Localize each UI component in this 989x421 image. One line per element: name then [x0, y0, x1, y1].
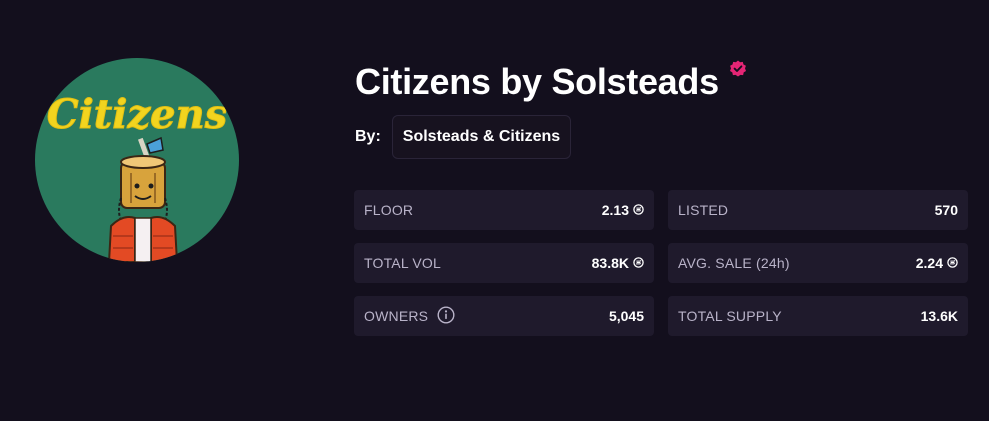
info-icon[interactable] [437, 305, 455, 327]
stat-avg-sale-value: 2.24 [915, 255, 943, 271]
stat-listed: LISTED 570 [668, 190, 968, 230]
stat-avg-sale-value-wrap: 2.24 [916, 255, 958, 271]
stat-total-vol-label: TOTAL VOL [364, 255, 442, 271]
stat-total-vol: TOTAL VOL 83.8K [354, 243, 654, 283]
stat-avg-sale: AVG. SALE (24h) 2.24 [668, 243, 968, 283]
stat-owners-value: 5,045 [608, 308, 644, 324]
stat-listed-label: LISTED [678, 202, 729, 218]
stat-total-vol-value-wrap: 83.8K [592, 255, 644, 271]
stat-total-supply: TOTAL SUPPLY 13.6K [668, 296, 968, 336]
stat-owners: OWNERS 5,045 [354, 296, 654, 336]
by-label: By: [355, 128, 381, 145]
sol-icon [633, 255, 644, 271]
verified-check-icon [729, 60, 747, 83]
creator-row: By: Solsteads & Citizens [355, 115, 572, 159]
stat-total-supply-label: TOTAL SUPPLY [678, 308, 782, 324]
stat-avg-sale-label: AVG. SALE (24h) [678, 255, 790, 271]
sol-icon [947, 255, 958, 271]
collection-title: Citizens by Solsteads [355, 61, 719, 102]
stat-total-vol-value: 83.8K [591, 255, 629, 271]
collection-avatar: Citizens [35, 58, 239, 262]
sol-icon [633, 202, 644, 218]
stat-floor-label: FLOOR [364, 202, 414, 218]
stat-listed-value: 570 [934, 202, 958, 218]
stat-floor: FLOOR 2.13 [354, 190, 654, 230]
stat-floor-value-wrap: 2.13 [602, 202, 644, 218]
stat-total-supply-value: 13.6K [920, 308, 958, 324]
title-block: Citizens by Solsteads [355, 58, 747, 106]
stat-floor-value: 2.13 [601, 202, 629, 218]
logo-text: Citizens [47, 91, 227, 138]
creator-link[interactable]: Solsteads & Citizens [391, 115, 572, 159]
stat-owners-label: OWNERS [364, 308, 429, 324]
collection-header: Citizens Citizens by Solsteads By: Solst… [0, 0, 989, 421]
stat-owners-label-wrap: OWNERS [364, 305, 455, 327]
title-row: Citizens by Solsteads [355, 58, 747, 106]
stats-grid: FLOOR 2.13 LISTED 570 TOTAL VOL 83.8K AV… [354, 190, 968, 336]
